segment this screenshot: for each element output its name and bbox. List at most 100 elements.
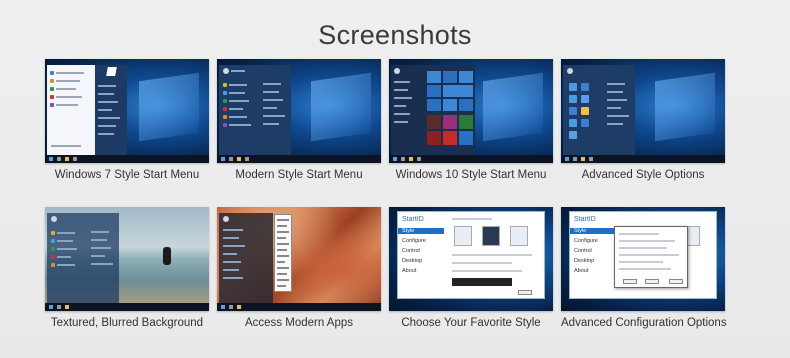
dialog-button — [669, 279, 683, 284]
app-icon — [223, 115, 227, 119]
app-icon — [223, 99, 227, 103]
taskbar — [217, 155, 381, 163]
app-icon — [223, 123, 227, 127]
app-icon — [50, 95, 54, 99]
screenshot-card-favorite-style[interactable]: StartID Style Configure Control Desktop … — [389, 207, 553, 311]
app-icon — [51, 231, 55, 235]
screenshot-thumb-advanced-config[interactable]: StartID Style Configure Control Desktop … — [561, 207, 725, 311]
app-icon — [50, 71, 54, 75]
taskbar — [45, 155, 209, 163]
nav-style: Style — [398, 228, 444, 234]
dialog-button — [518, 290, 532, 295]
live-tile — [459, 99, 473, 111]
screenshot-card-advanced-config[interactable]: StartID Style Configure Control Desktop … — [561, 207, 725, 311]
screenshot-caption: Modern Style Start Menu — [235, 169, 363, 181]
screenshot-card-win10[interactable] — [389, 59, 553, 163]
taskbar — [389, 155, 553, 163]
app-icon — [569, 131, 577, 139]
app-icon — [223, 107, 227, 111]
app-icon — [569, 119, 577, 127]
live-tile — [443, 85, 473, 97]
app-icon — [51, 263, 55, 267]
style-preview — [454, 226, 472, 246]
nav-desktop: Desktop — [402, 258, 423, 264]
advanced-options-dialog — [614, 226, 688, 288]
avatar — [394, 68, 400, 74]
screenshot-card-win7[interactable] — [45, 59, 209, 163]
screenshot-thumb-advanced-style[interactable] — [561, 59, 725, 163]
start-icon — [221, 157, 225, 161]
live-tile — [443, 99, 457, 111]
app-icon — [569, 95, 577, 103]
start-icon — [221, 305, 225, 309]
taskbar — [561, 155, 725, 163]
taskbar — [45, 303, 209, 311]
nav-configure: Configure — [402, 238, 426, 244]
apps-submenu — [274, 214, 292, 292]
start-icon — [49, 305, 53, 309]
avatar — [223, 68, 229, 74]
screenshot-caption: Windows 7 Style Start Menu — [54, 169, 200, 181]
start-menu-right-pane — [95, 65, 127, 155]
screenshot-card-modern[interactable] — [217, 59, 381, 163]
settings-sidebar: StartID Style Configure Control Desktop … — [570, 212, 616, 298]
live-tile — [427, 99, 441, 111]
nav-desktop: Desktop — [574, 258, 595, 264]
screenshot-caption: Access Modern Apps — [244, 317, 354, 329]
app-icon — [223, 91, 227, 95]
start-icon — [49, 157, 53, 161]
start-menu-panel — [219, 213, 273, 303]
screenshot-thumb-win10[interactable] — [389, 59, 553, 163]
live-tile — [427, 85, 441, 97]
screenshot-thumb-favorite-style[interactable]: StartID Style Configure Control Desktop … — [389, 207, 553, 311]
app-icon — [51, 239, 55, 243]
avatar — [51, 216, 57, 222]
screenshot-caption: Advanced Configuration Options — [561, 317, 727, 329]
screenshot-thumb-textured[interactable] — [45, 207, 209, 311]
app-icon — [581, 107, 589, 115]
startid-logo: StartID — [402, 216, 424, 223]
start-menu-panel — [563, 65, 635, 155]
screenshot-card-textured[interactable] — [45, 207, 209, 311]
nav-control: Control — [574, 248, 592, 254]
nav-configure: Configure — [574, 238, 598, 244]
taskbar — [217, 303, 381, 311]
preview-strip — [452, 278, 512, 286]
screenshot-thumb-modern[interactable] — [217, 59, 381, 163]
screenshot-thumb-win7[interactable] — [45, 59, 209, 163]
app-icon — [51, 255, 55, 259]
runner-silhouette — [163, 247, 171, 265]
live-tile — [443, 131, 457, 145]
settings-sidebar: StartID Style Configure Control Desktop … — [398, 212, 444, 298]
app-icon — [569, 107, 577, 115]
style-preview — [510, 226, 528, 246]
startid-logo: StartID — [574, 216, 596, 223]
dialog-button — [645, 279, 659, 284]
screenshot-gallery: Windows 7 Style Start Menu Modern Style … — [45, 59, 727, 333]
app-icon — [51, 247, 55, 251]
screenshot-card-modern-apps[interactable] — [217, 207, 381, 311]
screenshot-caption: Windows 10 Style Start Menu — [395, 169, 547, 181]
nav-control: Control — [402, 248, 420, 254]
start-icon — [565, 157, 569, 161]
live-tile — [427, 131, 441, 145]
start-menu-panel — [47, 65, 95, 155]
start-menu-panel — [219, 65, 291, 155]
app-icon — [50, 87, 54, 91]
screenshot-caption: Choose Your Favorite Style — [401, 317, 541, 329]
screenshot-thumb-modern-apps[interactable] — [217, 207, 381, 311]
startid-settings-window: StartID Style Configure Control Desktop … — [569, 211, 717, 299]
screenshot-card-advanced-style[interactable] — [561, 59, 725, 163]
app-icon — [50, 103, 54, 107]
nav-style: Style — [570, 228, 616, 234]
live-tile — [459, 71, 473, 83]
dialog-button — [623, 279, 637, 284]
user-avatar — [106, 67, 117, 76]
screenshot-caption: Advanced Style Options — [581, 169, 705, 181]
start-menu-panel — [47, 213, 119, 303]
app-icon — [581, 83, 589, 91]
nav-about: About — [402, 268, 417, 274]
app-icon — [50, 79, 54, 83]
live-tile — [459, 131, 473, 145]
app-icon — [569, 83, 577, 91]
